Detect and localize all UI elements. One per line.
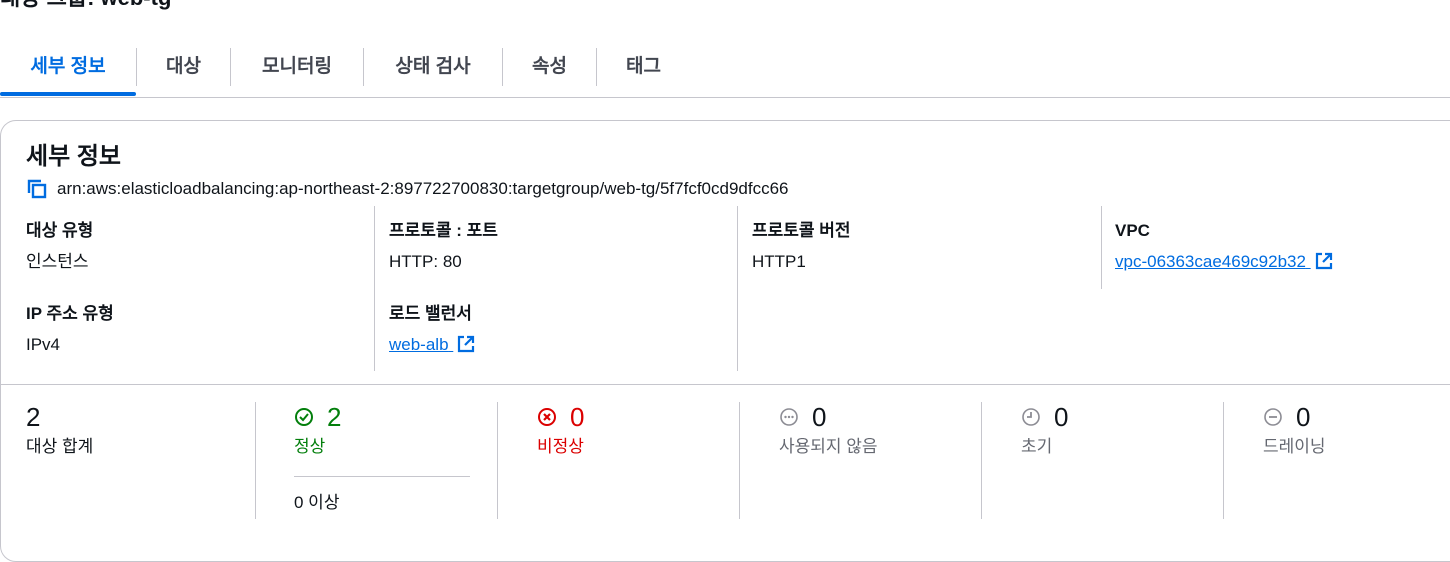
target-type-label: 대상 유형 — [26, 221, 94, 240]
tab-bar: 세부 정보 대상 모니터링 상태 검사 속성 태그 — [0, 38, 1450, 98]
ip-type-value: IPv4 — [26, 335, 61, 354]
minus-circle-icon — [1264, 408, 1282, 426]
total-targets-count: 2 — [26, 402, 41, 432]
healthy-count: 2 — [327, 402, 342, 432]
section-title: 세부 정보 — [26, 143, 121, 170]
vpc-link-row: vpc-06363cae469c92b32 — [1115, 251, 1333, 273]
protocol-version-label: 프로토콜 버전 — [752, 221, 851, 240]
tab-targets[interactable]: 대상 — [137, 38, 230, 95]
column-divider — [739, 402, 740, 519]
unused-count-row: 0 — [779, 402, 826, 432]
active-tab-indicator — [0, 92, 136, 96]
tab-attributes[interactable]: 속성 — [503, 38, 596, 95]
target-type-value: 인스턴스 — [26, 252, 89, 271]
load-balancer-label: 로드 밸런서 — [389, 304, 472, 323]
page-title: 대상 그룹: web-tg — [0, 0, 171, 10]
sub-divider — [294, 476, 470, 477]
tab-tags[interactable]: 태그 — [597, 38, 690, 95]
unhealthy-count: 0 — [570, 402, 585, 432]
unhealthy-label: 비정상 — [537, 437, 584, 456]
clock-icon — [1022, 408, 1040, 426]
column-divider — [374, 206, 375, 371]
unused-label: 사용되지 않음 — [779, 437, 878, 456]
protocol-port-value: HTTP: 80 — [389, 252, 462, 271]
draining-count: 0 — [1296, 402, 1311, 432]
column-divider — [737, 206, 738, 371]
external-link-icon — [458, 335, 475, 353]
total-targets-label: 대상 합계 — [26, 437, 94, 456]
tab-details[interactable]: 세부 정보 — [0, 38, 136, 95]
column-divider — [255, 402, 256, 519]
external-link-icon — [1315, 252, 1332, 270]
vpc-link[interactable]: vpc-06363cae469c92b32 — [1115, 252, 1333, 271]
vpc-value: vpc-06363cae469c92b32 — [1115, 252, 1306, 271]
check-circle-icon — [295, 408, 313, 426]
load-balancer-link[interactable]: web-alb — [389, 335, 475, 354]
healthy-count-row: 2 — [294, 402, 341, 432]
unhealthy-count-row: 0 — [537, 402, 584, 432]
draining-label: 드레이닝 — [1263, 437, 1326, 456]
protocol-port-label: 프로토콜 : 포트 — [389, 221, 498, 240]
column-divider — [981, 402, 982, 519]
tab-monitoring[interactable]: 모니터링 — [231, 38, 363, 95]
ellipsis-circle-icon — [780, 408, 798, 426]
initial-label: 초기 — [1021, 437, 1053, 456]
unused-count: 0 — [812, 402, 827, 432]
protocol-version-value: HTTP1 — [752, 252, 806, 271]
copy-icon[interactable] — [26, 178, 48, 200]
healthy-label: 정상 — [294, 437, 326, 456]
load-balancer-value: web-alb — [389, 335, 449, 354]
initial-count: 0 — [1054, 402, 1069, 432]
arn-text: arn:aws:elasticloadbalancing:ap-northeas… — [57, 179, 789, 198]
initial-count-row: 0 — [1021, 402, 1068, 432]
anomaly-count: 0 이상 — [294, 493, 340, 512]
column-divider — [1101, 206, 1102, 289]
ip-type-label: IP 주소 유형 — [26, 304, 114, 323]
column-divider — [1223, 402, 1224, 519]
x-circle-icon — [538, 408, 556, 426]
load-balancer-link-row: web-alb — [389, 334, 475, 356]
section-divider — [0, 384, 1450, 385]
draining-count-row: 0 — [1263, 402, 1310, 432]
vpc-label: VPC — [1115, 221, 1150, 240]
tab-health-checks[interactable]: 상태 검사 — [364, 38, 502, 95]
column-divider — [497, 402, 498, 519]
arn-row: arn:aws:elasticloadbalancing:ap-northeas… — [26, 178, 789, 200]
